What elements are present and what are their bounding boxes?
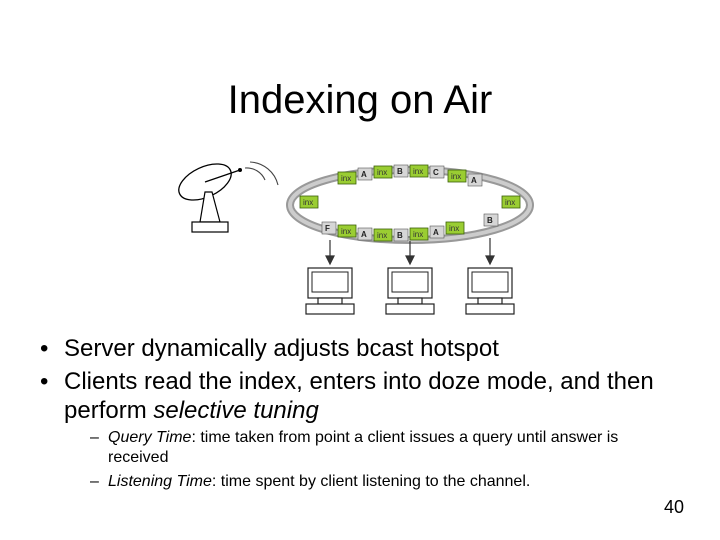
sub-bullet-list: – Query Time: time taken from point a cl…	[90, 428, 680, 496]
svg-text:inx: inx	[303, 198, 313, 207]
svg-text:inx: inx	[413, 230, 423, 239]
sub-bullet-text: Query Time: time taken from point a clie…	[108, 428, 680, 468]
bullet-list: • Server dynamically adjusts bcast hotsp…	[40, 335, 680, 429]
bullet-dot: •	[40, 368, 64, 397]
sub-bullet-text: Listening Time: time spent by client lis…	[108, 472, 680, 492]
broadcast-figure: inx A inx B inx C inx A inx inx F inx A …	[150, 140, 570, 320]
svg-text:B: B	[487, 216, 493, 225]
svg-text:inx: inx	[377, 168, 387, 177]
svg-text:inx: inx	[451, 172, 461, 181]
svg-text:inx: inx	[341, 174, 351, 183]
satellite-dish-icon	[173, 157, 278, 232]
svg-text:inx: inx	[377, 231, 387, 240]
slide-number: 40	[664, 497, 684, 518]
ring-block: inx A inx B inx C inx A	[338, 165, 482, 186]
svg-text:B: B	[397, 167, 403, 176]
svg-text:A: A	[471, 176, 477, 185]
client-computer-icon	[306, 268, 354, 314]
svg-text:inx: inx	[413, 167, 423, 176]
svg-text:inx: inx	[505, 198, 515, 207]
client-computer-icon	[386, 268, 434, 314]
bullet-text: Clients read the index, enters into doze…	[64, 368, 680, 426]
svg-text:A: A	[433, 228, 439, 237]
svg-text:A: A	[361, 170, 367, 179]
svg-text:F: F	[325, 224, 330, 233]
dash-icon: –	[90, 428, 108, 448]
arrows-down	[326, 238, 494, 264]
svg-text:C: C	[433, 168, 439, 177]
svg-text:B: B	[397, 231, 403, 240]
page-title: Indexing on Air	[0, 78, 720, 123]
client-computer-icon	[466, 268, 514, 314]
dash-icon: –	[90, 472, 108, 492]
bullet-dot: •	[40, 335, 64, 364]
svg-text:inx: inx	[341, 227, 351, 236]
bullet-text: Server dynamically adjusts bcast hotspot	[64, 335, 680, 364]
svg-text:A: A	[361, 230, 367, 239]
svg-text:inx: inx	[449, 224, 459, 233]
